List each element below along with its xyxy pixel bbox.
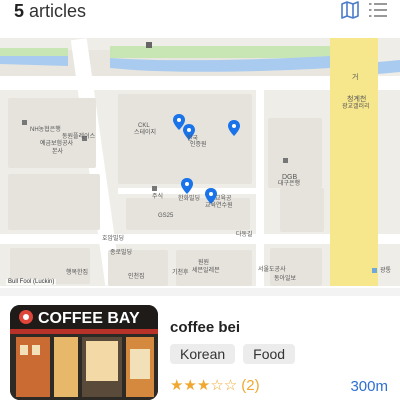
map-attribution: Bull Fool (Luckin) bbox=[6, 279, 57, 285]
map-label: 예금보험공사 bbox=[40, 141, 74, 147]
map-label: 청계천 bbox=[347, 96, 367, 103]
results-count: 5 articles bbox=[14, 1, 86, 22]
map-label: 본사 bbox=[52, 149, 64, 155]
map-label: 광교갤러리 bbox=[342, 104, 370, 110]
place-thumbnail[interactable]: COFFEE BAY bbox=[10, 305, 158, 400]
map-label: 행복한집 bbox=[66, 270, 89, 276]
map-label: 다동길 bbox=[236, 232, 253, 238]
map-label: 서울도공사 bbox=[258, 267, 286, 273]
map-label: 교육공 bbox=[215, 196, 232, 202]
map-label: 인천집 bbox=[128, 274, 145, 280]
map-label: DGB bbox=[282, 174, 298, 181]
map-label: 인증원 bbox=[190, 142, 207, 148]
tag-chip[interactable]: Food bbox=[243, 344, 296, 364]
map-label: 스테이지 bbox=[134, 130, 157, 136]
park-strip bbox=[110, 46, 330, 58]
map-label: 주식 bbox=[152, 194, 164, 200]
article-count-label: articles bbox=[29, 1, 87, 21]
place-name[interactable]: coffee bei bbox=[170, 319, 240, 336]
map-label: 광통 bbox=[380, 268, 392, 274]
rating: ★★★☆☆ (2) bbox=[170, 376, 260, 394]
map-label: 동아일보 bbox=[274, 276, 297, 282]
map-view[interactable]: 거 청계천 광교갤러리 NH농협은행 예금보험공사 본사 동원플레이스 CKL … bbox=[0, 38, 400, 286]
map-label: 종로빌딩 bbox=[110, 250, 133, 256]
map-canvas bbox=[0, 38, 400, 286]
section-divider bbox=[0, 288, 400, 296]
map-label: NH농협은행 bbox=[30, 127, 61, 133]
map-label: 원원 bbox=[198, 260, 210, 266]
star-rating: ★★★☆☆ bbox=[170, 377, 238, 394]
map-label: 대구은행 bbox=[278, 181, 301, 187]
result-card[interactable]: COFFEE BAY coffee bei Korean Food ★★★☆☆(… bbox=[0, 296, 400, 400]
distance: 300m bbox=[350, 378, 388, 395]
map-label: 한화빌딩 bbox=[178, 196, 201, 202]
map-label: 거 bbox=[352, 74, 359, 81]
header: 5 articles bbox=[0, 0, 400, 34]
article-count: 5 bbox=[14, 1, 25, 21]
map-label: CKL bbox=[138, 123, 150, 129]
map-view-button[interactable] bbox=[339, 0, 361, 20]
map-label: 동원플레이스 bbox=[62, 134, 96, 140]
review-count: (2) bbox=[241, 377, 260, 394]
map-label: 호암빌딩 bbox=[102, 236, 125, 242]
list-view-button[interactable] bbox=[367, 0, 389, 20]
map-label: 세븐일레븐 bbox=[192, 268, 220, 274]
storefront-image: COFFEE BAY bbox=[10, 305, 158, 400]
tag-chip[interactable]: Korean bbox=[170, 344, 236, 364]
map-label: 기천후 bbox=[172, 270, 189, 276]
list-icon bbox=[369, 3, 387, 17]
map-label: GS25 bbox=[158, 213, 174, 219]
tag-list: Korean Food bbox=[170, 344, 296, 364]
storefront-sign: COFFEE BAY bbox=[38, 310, 140, 327]
map-label: 교육연수원 bbox=[205, 203, 233, 209]
map-icon bbox=[341, 1, 359, 19]
